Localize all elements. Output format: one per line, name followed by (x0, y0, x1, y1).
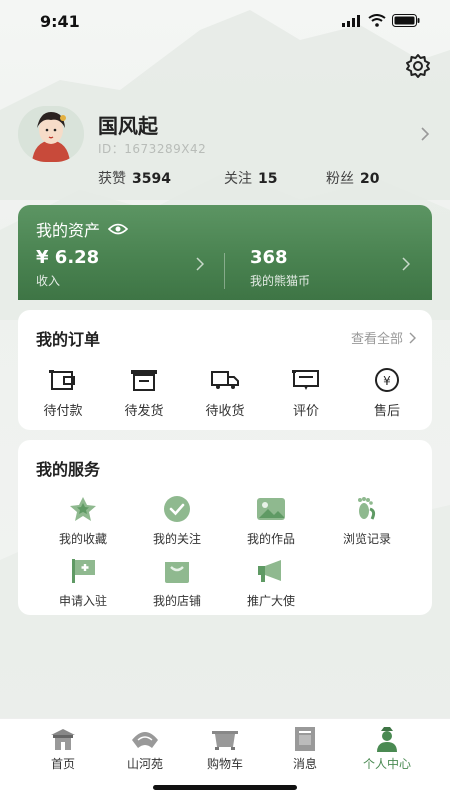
status-bar: 9:41 (0, 0, 450, 44)
service-history[interactable]: 浏览记录 (322, 494, 412, 547)
orders-title: 我的订单 (36, 330, 101, 349)
footprint-icon (358, 497, 376, 520)
svg-text:¥: ¥ (383, 374, 391, 388)
order-label: 评价 (292, 404, 319, 419)
home-indicator (153, 785, 297, 790)
stat-label: 关注 (224, 171, 252, 187)
services-title: 我的服务 (36, 460, 101, 479)
home-icon (51, 729, 75, 750)
service-label: 我的关注 (152, 532, 201, 546)
chevron-right-icon (421, 127, 430, 141)
cart-icon (212, 731, 238, 750)
gear-icon (406, 54, 430, 78)
flag-icon (72, 559, 95, 583)
stat-likes[interactable]: 获赞 3594 (98, 168, 224, 188)
service-promoter[interactable]: 推广大使 (226, 556, 316, 609)
tab-shanheyuan[interactable]: 山河苑 (110, 725, 180, 772)
tab-cart[interactable]: 购物车 (190, 725, 260, 772)
order-after-sales[interactable]: ¥ 售后 (352, 366, 422, 419)
assets-title: 我的资产 (36, 217, 129, 241)
assets-title-text: 我的资产 (36, 221, 101, 240)
coins-label: 我的熊猫币 (250, 274, 311, 288)
package-icon (131, 370, 157, 391)
stat-label: 粉丝 (326, 171, 354, 187)
stat-value: 20 (360, 171, 380, 187)
order-label: 售后 (373, 404, 400, 419)
tab-label: 首页 (50, 757, 75, 771)
chevron-right-icon (196, 257, 204, 271)
stat-value: 15 (258, 171, 278, 187)
service-apply-entry[interactable]: 申请入驻 (38, 556, 128, 609)
person-icon (377, 727, 397, 752)
eye-icon[interactable] (108, 223, 129, 235)
profile-id: ID：1673289X42 (98, 142, 207, 156)
fan-icon (132, 732, 158, 748)
orders-card: 我的订单 查看全部 待付款 待发货 待收货 评价 ¥ 售后 (18, 310, 432, 430)
service-my-shop[interactable]: 我的店铺 (132, 556, 222, 609)
stat-label: 获赞 (98, 171, 126, 187)
image-icon (257, 498, 285, 520)
shop-icon (165, 562, 189, 583)
service-favorites[interactable]: 我的收藏 (38, 494, 128, 547)
profile-name: 国风起 (98, 114, 158, 138)
coins-value: 368 (250, 247, 288, 268)
status-time: 9:41 (40, 12, 80, 31)
view-all-label: 查看全部 (350, 332, 403, 347)
avatar[interactable] (18, 106, 84, 162)
tab-messages[interactable]: 消息 (270, 725, 340, 772)
order-pending-receipt[interactable]: 待收货 (190, 366, 260, 419)
stat-value: 3594 (132, 171, 171, 187)
tab-label: 山河苑 (126, 757, 163, 771)
signal-icon (342, 14, 360, 27)
profile-stats: 获赞 3594 关注 15 粉丝 20 (98, 168, 379, 188)
service-label: 申请入驻 (58, 594, 107, 608)
comment-icon (292, 370, 319, 390)
message-icon (295, 727, 315, 751)
order-review[interactable]: 评价 (271, 366, 341, 419)
order-label: 待收货 (205, 404, 245, 419)
profile-arrow-button[interactable] (420, 126, 430, 146)
service-label: 推广大使 (246, 594, 295, 608)
yen-icon: ¥ (375, 368, 399, 392)
service-label: 浏览记录 (342, 532, 391, 546)
income-value: ¥ 6.28 (36, 247, 100, 268)
stat-following[interactable]: 关注 15 (224, 168, 326, 188)
wifi-icon (368, 14, 386, 27)
services-card: 我的服务 我的收藏 我的关注 我的作品 浏览记录 申请入驻 我的店铺 推广大使 (18, 440, 432, 615)
wallet-icon (49, 370, 75, 390)
battery-icon (392, 14, 420, 27)
settings-button[interactable] (404, 52, 432, 80)
tab-profile[interactable]: 个人中心 (352, 725, 422, 772)
stat-fans[interactable]: 粉丝 20 (326, 168, 379, 188)
order-label: 待付款 (43, 404, 83, 419)
truck-icon (211, 371, 239, 389)
megaphone-icon (258, 560, 281, 582)
assets-card: 我的资产 ¥ 6.28 收入 368 我的熊猫币 (18, 205, 432, 300)
order-pending-shipment[interactable]: 待发货 (109, 366, 179, 419)
service-label: 我的作品 (246, 532, 295, 546)
income-block[interactable]: ¥ 6.28 收入 (36, 247, 99, 289)
service-label: 我的收藏 (58, 532, 107, 546)
order-pending-payment[interactable]: 待付款 (28, 366, 98, 419)
service-works[interactable]: 我的作品 (226, 494, 316, 547)
check-icon (164, 496, 190, 522)
chevron-right-icon (409, 332, 416, 343)
coins-block[interactable]: 368 我的熊猫币 (250, 247, 310, 289)
tab-label: 消息 (292, 757, 317, 771)
tab-home[interactable]: 首页 (28, 725, 98, 772)
tab-label: 个人中心 (362, 757, 411, 771)
income-label: 收入 (36, 274, 61, 288)
tab-label: 购物车 (206, 757, 243, 771)
service-label: 我的店铺 (152, 594, 201, 608)
assets-divider (224, 253, 225, 289)
view-all-orders-link[interactable]: 查看全部 (351, 328, 416, 347)
chevron-right-icon (402, 257, 410, 271)
star-icon (70, 497, 96, 521)
service-following[interactable]: 我的关注 (132, 494, 222, 547)
order-label: 待发货 (124, 404, 164, 419)
